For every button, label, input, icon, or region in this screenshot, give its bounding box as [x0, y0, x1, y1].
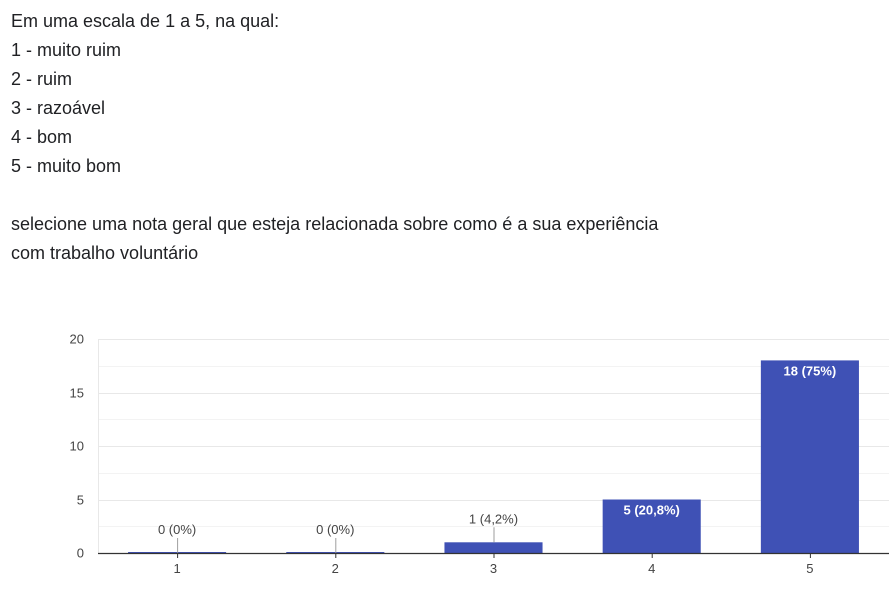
chart-container: 0 5 10 15 20 0 (0%) 1 0 (0%) 2 1 (4,2%) 3 5 (20,8%)… [0, 318, 889, 586]
bar-data-label: 0 (0%) [316, 522, 354, 537]
question-text: Em uma escala de 1 a 5, na qual: 1 - mui… [11, 7, 871, 268]
question-intro: Em uma escala de 1 a 5, na qual: [11, 11, 280, 31]
x-tick-label: 1 [173, 561, 180, 576]
x-tick-label: 5 [806, 561, 813, 576]
scale-option-4: 4 - bom [11, 127, 73, 147]
scale-option-3: 3 - razoável [11, 98, 106, 118]
x-tick-label: 2 [332, 561, 339, 576]
x-tick-label: 3 [490, 561, 497, 576]
y-tick-label: 5 [77, 493, 84, 508]
bar-data-label: 18 (75%) [784, 363, 837, 378]
scale-option-5: 5 - muito bom [11, 156, 122, 176]
y-tick-label: 0 [77, 546, 84, 561]
bar-data-label: 1 (4,2%) [469, 511, 518, 526]
scale-option-1: 1 - muito ruim [11, 40, 122, 60]
y-tick-label: 15 [70, 386, 84, 401]
bar-chart: 0 5 10 15 20 0 (0%) 1 0 (0%) 2 1 (4,2%) 3 5 (20,8%)… [70, 332, 889, 576]
question-prompt-line-1: selecione uma nota geral que esteja rela… [11, 214, 659, 234]
y-tick-label: 10 [70, 439, 84, 454]
x-tick-label: 4 [648, 561, 655, 576]
bar-data-label: 5 (20,8%) [624, 503, 680, 518]
scale-option-2: 2 - ruim [11, 69, 73, 89]
bar [444, 542, 543, 553]
y-tick-label: 20 [70, 332, 84, 347]
bar [760, 360, 859, 553]
question-prompt-line-2: com trabalho voluntário [11, 243, 199, 263]
bar-data-label: 0 (0%) [158, 522, 196, 537]
